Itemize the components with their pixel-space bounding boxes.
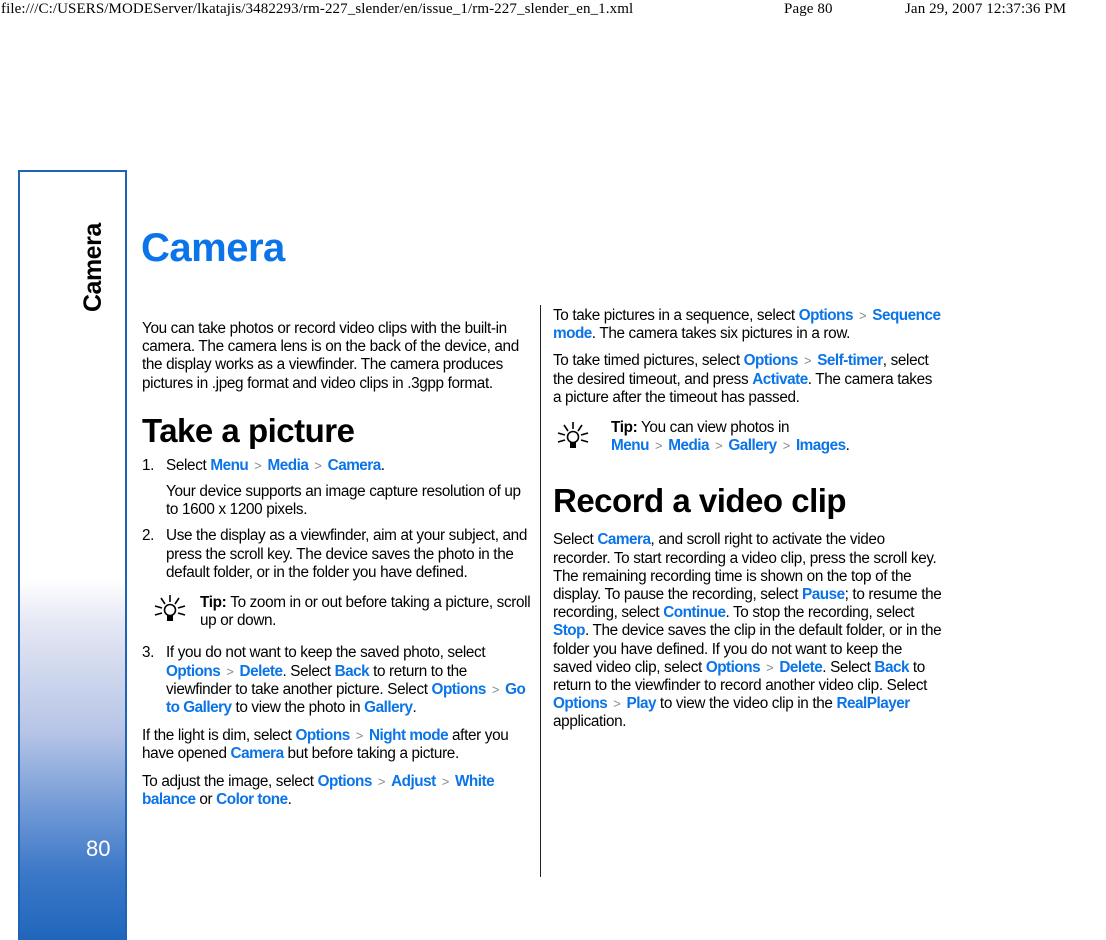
step-item: 1. Select Menu > Media > Camera. Your device… <box>142 457 532 520</box>
tip-label: Tip: <box>611 419 638 437</box>
self-timer-link[interactable]: Self-timer <box>817 352 883 369</box>
stop-link[interactable]: Stop <box>553 622 586 639</box>
night-mode-link[interactable]: Night mode <box>369 727 449 744</box>
section-heading-take-picture: Take a picture <box>142 411 355 449</box>
tip-label: Tip: <box>200 594 231 612</box>
options-link[interactable]: Options <box>553 695 608 712</box>
options-link[interactable]: Options <box>706 659 761 676</box>
back-link[interactable]: Back <box>335 663 370 680</box>
chevron-right-icon: > <box>715 438 723 454</box>
chapter-tab-label: Camera <box>79 223 107 312</box>
play-link[interactable]: Play <box>627 695 657 712</box>
options-link[interactable]: Options <box>744 352 799 369</box>
gallery-link[interactable]: Gallery <box>728 437 777 454</box>
chevron-right-icon: > <box>859 308 867 323</box>
options-link[interactable]: Options <box>799 307 854 324</box>
adjust-link[interactable]: Adjust <box>391 773 436 790</box>
chevron-right-icon: > <box>613 696 621 712</box>
camera-link[interactable]: Camera <box>597 531 651 548</box>
lightbulb-icon <box>557 422 589 449</box>
intro-paragraph: You can take photos or record video clip… <box>142 320 519 392</box>
chevron-right-icon: > <box>782 438 791 454</box>
color-tone-link[interactable]: Color tone <box>216 791 288 808</box>
options-link[interactable]: Options <box>166 663 221 680</box>
self-timer-paragraph: To take timed pictures, select Options > S… <box>553 352 933 406</box>
step-item: 2. Use the display as a viewfinder, aim … <box>142 527 532 630</box>
chevron-right-icon: > <box>355 728 364 744</box>
delete-link[interactable]: Delete <box>779 659 822 676</box>
media-link[interactable]: Media <box>268 457 309 474</box>
chevron-right-icon: > <box>377 773 386 789</box>
night-mode-paragraph: If the light is dim, select Options > Nigh… <box>142 727 509 763</box>
tip-box: Tip: To zoom in or out before taking a p… <box>142 594 532 630</box>
sequence-paragraph: To take pictures in a sequence, select O… <box>553 307 941 343</box>
tip-box: Tip: You can view photos in Menu > Media > G… <box>553 419 943 455</box>
file-path: file:///C:/USERS/MODEServer/lkatajis/348… <box>1 1 634 17</box>
left-column: You can take photos or record video clip… <box>142 320 532 818</box>
page-title: Camera <box>141 226 285 270</box>
chevron-right-icon: > <box>491 681 500 697</box>
camera-link[interactable]: Camera <box>328 457 382 474</box>
steps-list: 1. Select Menu > Media > Camera. Your device… <box>142 457 532 717</box>
chapter-sidebar <box>18 170 127 940</box>
menu-link[interactable]: Menu <box>611 437 649 454</box>
camera-link[interactable]: Camera <box>231 745 285 762</box>
realplayer-link[interactable]: RealPlayer <box>836 695 910 712</box>
chevron-right-icon: > <box>654 438 663 454</box>
record-paragraph: Select Camera, and scroll right to activ… <box>553 531 942 731</box>
chevron-right-icon: > <box>226 663 234 679</box>
chevron-right-icon: > <box>766 659 774 675</box>
right-column: To take pictures in a sequence, select O… <box>553 307 943 741</box>
menu-link[interactable]: Menu <box>210 457 248 474</box>
adjust-paragraph: To adjust the image, select Options > Adju… <box>142 772 495 808</box>
gallery-link[interactable]: Gallery <box>364 699 413 716</box>
resolution-note: Your device supports an image capture re… <box>166 483 521 519</box>
page-number: 80 <box>86 836 111 861</box>
column-divider <box>540 305 541 877</box>
options-link[interactable]: Options <box>432 681 487 698</box>
activate-link[interactable]: Activate <box>752 371 808 388</box>
chevron-right-icon: > <box>803 353 812 369</box>
options-link[interactable]: Options <box>295 727 350 744</box>
print-timestamp: Jan 29, 2007 12:37:36 PM <box>905 1 1067 17</box>
back-link[interactable]: Back <box>874 659 909 676</box>
pause-link[interactable]: Pause <box>802 586 845 603</box>
chevron-right-icon: > <box>254 457 262 473</box>
images-link[interactable]: Images <box>796 437 846 454</box>
chevron-right-icon: > <box>441 773 450 789</box>
options-link[interactable]: Options <box>318 773 373 790</box>
print-page-label: Page 80 <box>784 1 833 17</box>
section-heading-record-video: Record a video clip <box>553 482 847 520</box>
delete-link[interactable]: Delete <box>240 663 283 680</box>
tip-text: To zoom in or out before taking a pictur… <box>200 594 531 630</box>
continue-link[interactable]: Continue <box>663 604 726 621</box>
chevron-right-icon: > <box>314 457 322 473</box>
lightbulb-icon <box>154 595 186 622</box>
print-header: file:///C:/USERS/MODEServer/lkatajis/348… <box>0 0 1106 18</box>
media-link[interactable]: Media <box>668 437 709 454</box>
step-item: 3. If you do not want to keep the saved … <box>142 644 526 717</box>
